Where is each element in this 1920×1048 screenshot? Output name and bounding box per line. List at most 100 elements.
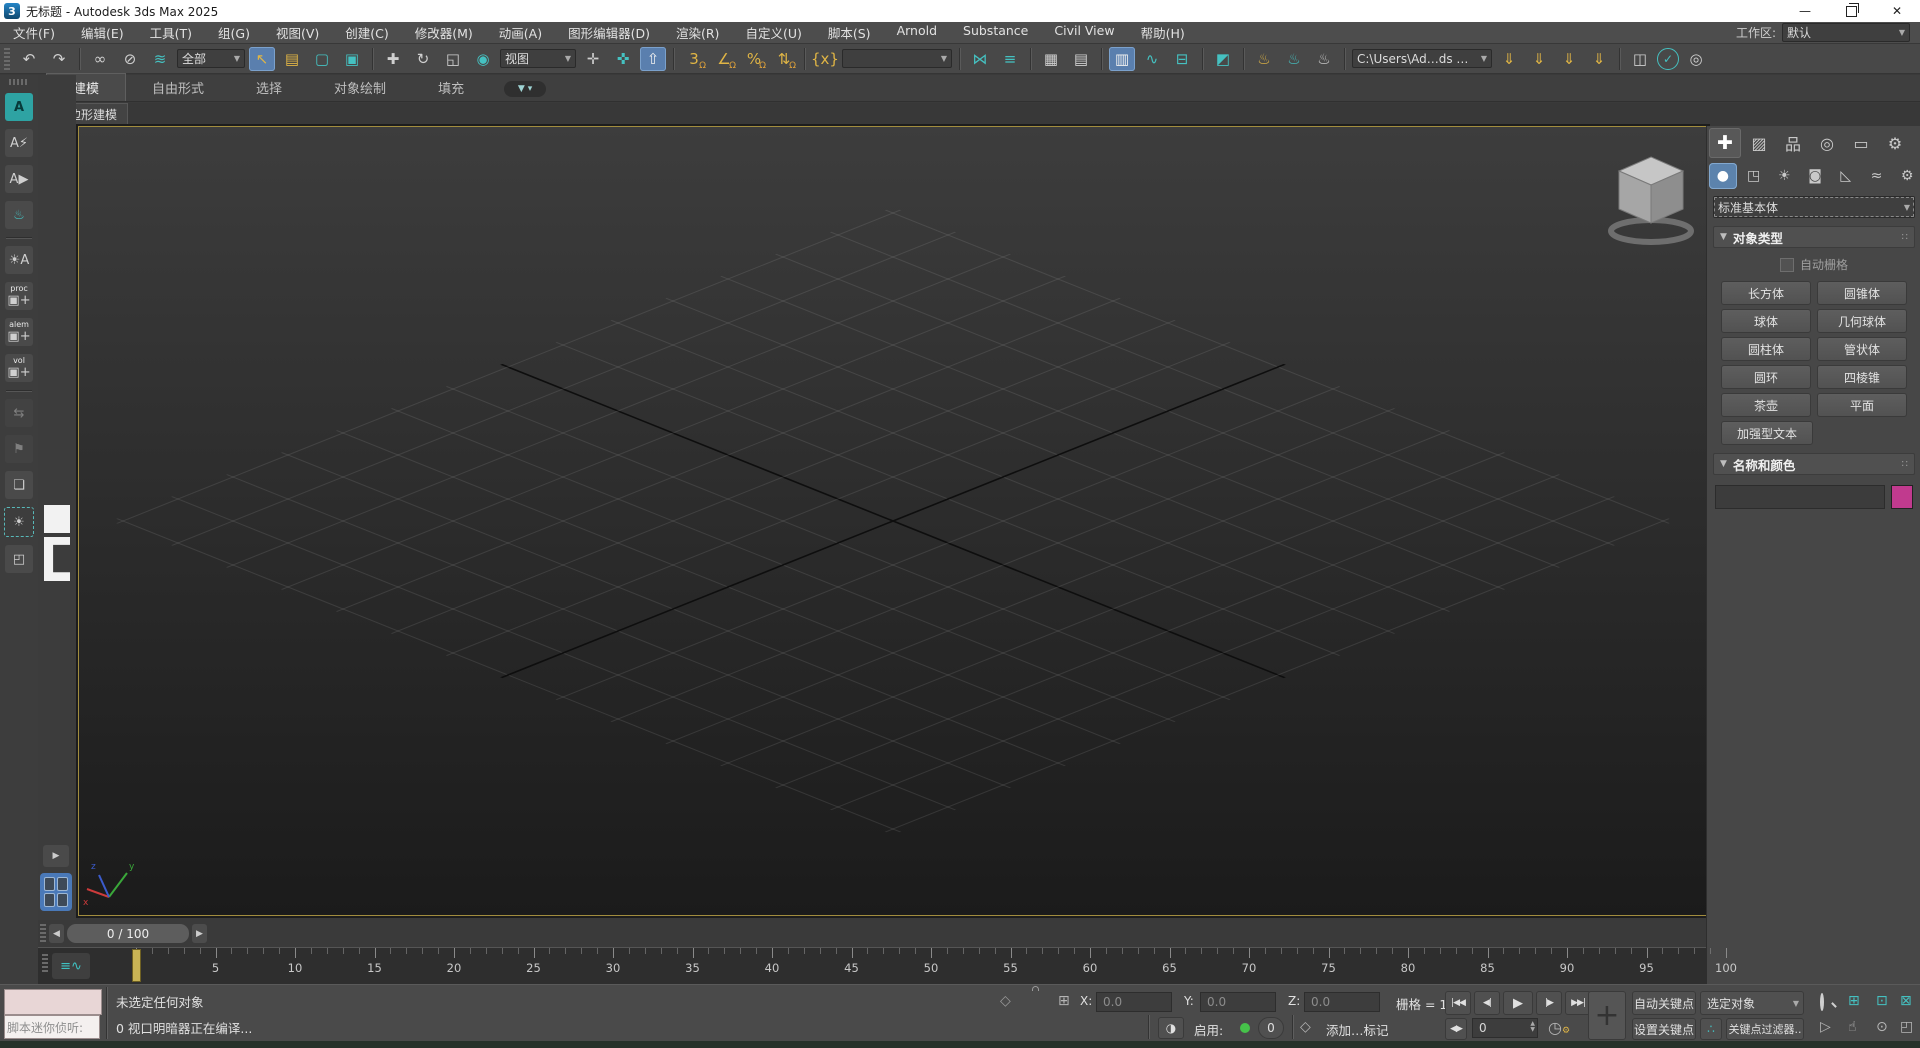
unlink-selection-icon[interactable]: ⊘ <box>117 47 143 71</box>
ribbon-toggle-icon[interactable]: ▥ <box>1109 47 1135 71</box>
render-setup-icon[interactable]: ♨ <box>1251 47 1277 71</box>
primitive-type-dropdown[interactable]: 标准基本体▼ <box>1713 196 1915 218</box>
perspective-viewport[interactable]: x y z <box>78 126 1708 916</box>
bind-to-space-warp-icon[interactable]: ≋ <box>147 47 173 71</box>
absolute-mode-transform-icon[interactable]: ⊞ <box>1058 993 1070 1009</box>
window-crossing-icon[interactable]: ▣ <box>339 47 365 71</box>
spacewarps-category-icon[interactable]: ≈ <box>1863 163 1891 189</box>
autogrid-checkbox[interactable] <box>1780 258 1794 272</box>
menu-civil view[interactable]: Civil View <box>1041 23 1127 42</box>
adaptive-degradation-icon[interactable]: ◑ <box>1158 1017 1184 1039</box>
import-file-icon[interactable]: ⇓ <box>1496 47 1522 71</box>
ribbon-collapse-button[interactable]: ▼ ▾ <box>504 81 546 97</box>
reference-coordinate-system-dropdown[interactable]: 视图▼ <box>500 49 576 68</box>
menu-修改器m[interactable]: 修改器(M) <box>402 23 486 42</box>
select-and-move-icon[interactable]: ✚ <box>380 47 406 71</box>
link-revit-icon[interactable]: ⇓ <box>1586 47 1612 71</box>
workspace-dropdown[interactable]: 默认▼ <box>1782 23 1910 42</box>
select-and-scale-icon[interactable]: ◱ <box>440 47 466 71</box>
minimize-button[interactable]: — <box>1782 0 1828 22</box>
menu-工具t[interactable]: 工具(T) <box>137 23 205 42</box>
shapes-window-icon[interactable]: ◰ <box>5 545 33 573</box>
selection-set-dropdown[interactable]: 选定对象▼ <box>1700 991 1804 1015</box>
close-button[interactable]: ✕ <box>1874 0 1920 22</box>
scene-explorer-a-icon[interactable]: A <box>5 93 33 121</box>
viewcube[interactable] <box>1591 135 1708 255</box>
light-lister-icon[interactable]: ☀A <box>5 246 33 274</box>
toolbar-drag-handle[interactable] <box>9 79 29 85</box>
key-filters-button[interactable]: 关键点过滤器.. <box>1726 1018 1804 1040</box>
spinner-arrows-icon[interactable]: ▲▼ <box>1530 1021 1535 1033</box>
script-run-icon[interactable]: A▶ <box>5 165 33 193</box>
viewport-layout-grid-button[interactable] <box>40 873 72 911</box>
previous-frame-arrow[interactable]: ◀ <box>49 924 64 943</box>
systems-category-icon[interactable]: ⚙ <box>1893 163 1920 189</box>
x-coordinate-field[interactable]: 0.0 <box>1096 992 1172 1012</box>
maxscript-mini-listener-pink[interactable] <box>4 989 102 1015</box>
menu-substance[interactable]: Substance <box>950 23 1041 42</box>
toolbar-drag-handle[interactable] <box>4 48 10 70</box>
time-slider-drag-handle[interactable] <box>40 924 46 944</box>
default-tangent-icon[interactable]: ∴ <box>1700 1018 1722 1040</box>
render-production-icon[interactable]: ♨ <box>1311 47 1337 71</box>
track-bar[interactable]: ≡∿ 0510152025303540455055606570758085909… <box>38 947 1706 984</box>
maxscript-mini-listener-white[interactable]: 脚本迷你侦听: <box>4 1015 100 1039</box>
menu-视图v[interactable]: 视图(V) <box>263 23 332 42</box>
mirror-icon[interactable]: ⋈ <box>967 47 993 71</box>
current-frame-spinner[interactable]: 0▲▼ <box>1472 1018 1538 1038</box>
align-icon[interactable]: ≡ <box>997 47 1023 71</box>
ribbon-tab-自由形式[interactable]: 自由形式 <box>126 74 230 101</box>
schematic-view-icon[interactable]: ⊟ <box>1169 47 1195 71</box>
viewport-layout-tab-icon[interactable] <box>44 505 70 533</box>
pan-hand-icon[interactable]: ☝ <box>1848 1019 1857 1035</box>
maximize-viewport-toggle-icon[interactable]: ◰ <box>1900 1019 1913 1035</box>
z-coordinate-field[interactable]: 0.0 <box>1304 992 1380 1012</box>
enhanced-text-button[interactable]: 加强型文本 <box>1721 421 1813 445</box>
current-frame-marker[interactable] <box>132 949 141 982</box>
select-by-name-icon[interactable]: ▤ <box>279 47 305 71</box>
set-keys-big-button[interactable]: + <box>1588 991 1626 1040</box>
selection-filter-dropdown[interactable]: 全部▼ <box>177 49 245 68</box>
zoom-all-icon[interactable]: ⊞ <box>1848 993 1860 1009</box>
redo-icon[interactable]: ↷ <box>46 47 72 71</box>
menu-动画a[interactable]: 动画(A) <box>486 23 555 42</box>
percent-snap-icon[interactable]: %Ω <box>741 47 767 71</box>
play-button[interactable]: ▶ <box>1503 991 1533 1015</box>
batch-list-icon[interactable]: ⚑ <box>5 435 33 463</box>
mini-curve-editor-button[interactable]: ≡∿ <box>52 953 90 979</box>
primitive-button-长方体[interactable]: 长方体 <box>1721 281 1811 305</box>
vol-map-icon[interactable]: vol▣+ <box>5 354 33 382</box>
restore-button[interactable] <box>1828 0 1874 22</box>
hierarchy-tab-icon[interactable]: 品 <box>1777 128 1809 158</box>
create-tab-icon[interactable]: ✚ <box>1709 128 1741 158</box>
primitive-button-平面[interactable]: 平面 <box>1817 393 1907 417</box>
recent-icon[interactable]: ◎ <box>1683 47 1709 71</box>
geometry-category-icon[interactable]: ● <box>1709 163 1737 189</box>
curve-editor-icon[interactable]: ∿ <box>1139 47 1165 71</box>
light-group-icon[interactable]: ☀ <box>4 507 34 537</box>
save-file-icon[interactable]: ◫ <box>1627 47 1653 71</box>
link-fbx-icon[interactable]: ⇓ <box>1556 47 1582 71</box>
motion-tab-icon[interactable]: ◎ <box>1811 128 1843 158</box>
menu-渲染r[interactable]: 渲染(R) <box>663 23 732 42</box>
snaps-toggle-3d-icon[interactable]: 3Ω <box>681 47 707 71</box>
rendered-frame-window-icon[interactable]: ♨ <box>1281 47 1307 71</box>
cameras-category-icon[interactable]: ◙ <box>1801 163 1829 189</box>
next-frame-button[interactable]: |▶ <box>1536 991 1562 1015</box>
script-listener-icon[interactable]: A⚡ <box>5 129 33 157</box>
edit-named-selection-sets-icon[interactable]: {x} <box>812 47 838 71</box>
layout-expand-arrow[interactable]: ▶ <box>43 845 69 867</box>
object-name-input[interactable] <box>1715 485 1885 509</box>
field-of-view-icon[interactable]: ▷ <box>1820 1019 1831 1035</box>
named-selection-sets-dropdown[interactable]: ▼ <box>842 49 952 68</box>
ribbon-tab-填充[interactable]: 填充 <box>412 74 490 101</box>
zoom-icon[interactable] <box>1820 995 1824 1009</box>
menu-脚本s[interactable]: 脚本(S) <box>815 23 884 42</box>
material-editor-icon[interactable]: ◩ <box>1210 47 1236 71</box>
menu-文件f[interactable]: 文件(F) <box>0 23 68 42</box>
menu-组g[interactable]: 组(G) <box>205 23 263 42</box>
key-mode-toggle[interactable]: ◀▶ <box>1445 1018 1467 1040</box>
display-tab-icon[interactable]: ▭ <box>1845 128 1877 158</box>
rectangular-selection-region-icon[interactable]: ▢ <box>309 47 335 71</box>
degradation-zero-badge[interactable]: 0 <box>1258 1017 1284 1039</box>
